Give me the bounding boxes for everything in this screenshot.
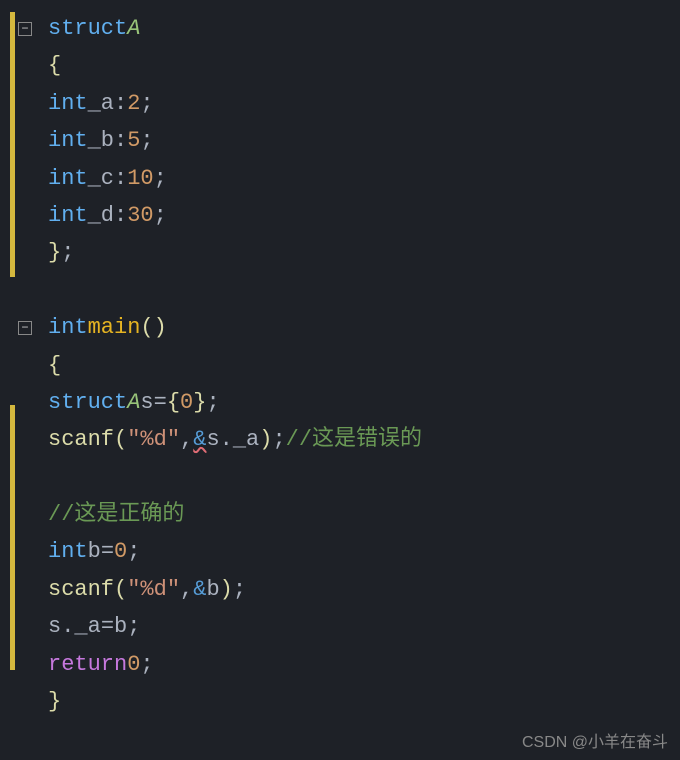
comment: //这是正确的 <box>48 496 184 533</box>
change-marker-2 <box>10 405 15 670</box>
number: 5 <box>127 122 140 159</box>
code-line: scanf("%d", &b); <box>18 571 680 608</box>
number: 10 <box>127 160 153 197</box>
code-line: int _c : 10; <box>18 160 680 197</box>
code-line: return 0; <box>18 646 680 683</box>
brace: } <box>48 234 61 271</box>
code-line: }; <box>18 234 680 271</box>
blank-line <box>18 459 680 496</box>
code-line: struct A s = { 0 }; <box>18 384 680 421</box>
code-editor: − struct A { int _a : 2; int _b : 5; int… <box>0 0 680 730</box>
code-line: int _a : 2; <box>18 85 680 122</box>
error-squiggle: & <box>193 421 206 458</box>
code-line: { <box>18 47 680 84</box>
type: int <box>48 122 88 159</box>
field-name: _c <box>88 160 114 197</box>
string: "%d" <box>127 571 180 608</box>
brace: { <box>48 47 61 84</box>
code-line: { <box>18 347 680 384</box>
code-line: int _d : 30; <box>18 197 680 234</box>
code-line: scanf("%d", &s._a);//这是错误的 <box>18 421 680 458</box>
type: int <box>48 533 88 570</box>
type: int <box>48 160 88 197</box>
number: 2 <box>127 85 140 122</box>
function-call: scanf <box>48 421 114 458</box>
type: int <box>48 85 88 122</box>
field-name: _b <box>88 122 114 159</box>
type: int <box>48 309 88 346</box>
type: int <box>48 197 88 234</box>
code-line: s._a = b; <box>18 608 680 645</box>
keyword: struct <box>48 10 127 47</box>
watermark: CSDN @小羊在奋斗 <box>522 728 668 752</box>
code-line: int b = 0; <box>18 533 680 570</box>
code-line: //这是正确的 <box>18 496 680 533</box>
number: 30 <box>127 197 153 234</box>
change-marker-1 <box>10 12 15 277</box>
struct-name: A <box>127 10 140 47</box>
field-name: _a <box>88 85 114 122</box>
fold-icon[interactable]: − <box>18 321 32 335</box>
field-name: _d <box>88 197 114 234</box>
keyword: struct <box>48 384 127 421</box>
code-line: − int main() <box>18 309 680 346</box>
code-line: } <box>18 683 680 720</box>
string: "%d" <box>127 421 180 458</box>
comment: //这是错误的 <box>286 421 422 458</box>
function-call: scanf <box>48 571 114 608</box>
blank-line <box>18 272 680 309</box>
fold-icon[interactable]: − <box>18 22 32 36</box>
brace: } <box>48 683 61 720</box>
struct-name: A <box>127 384 140 421</box>
keyword: return <box>48 646 127 683</box>
code-line: int _b : 5; <box>18 122 680 159</box>
code-line: − struct A <box>18 10 680 47</box>
function-name: main <box>88 309 141 346</box>
brace: { <box>48 347 61 384</box>
